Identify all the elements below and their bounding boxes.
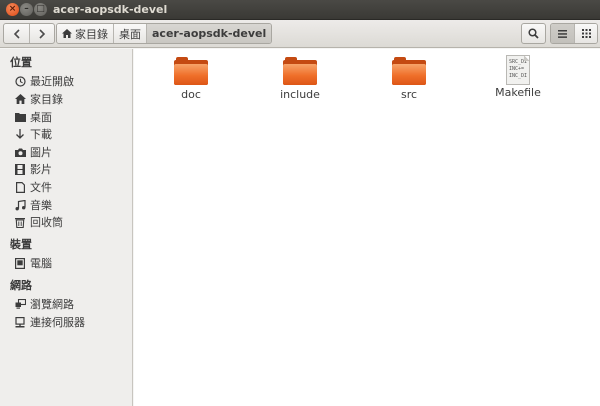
sidebar-item-browse-network[interactable]: 瀏覽網路 <box>14 296 129 312</box>
breadcrumb-label: 桌面 <box>119 27 141 41</box>
server-icon <box>14 316 26 328</box>
desktop-icon <box>14 111 26 123</box>
maximize-window-button[interactable]: □ <box>34 3 47 16</box>
computer-icon <box>14 257 26 269</box>
camera-icon <box>14 146 26 158</box>
folder-icon <box>392 57 426 85</box>
breadcrumb-label: 家目錄 <box>75 27 108 41</box>
breadcrumb-desktop[interactable]: 桌面 <box>113 24 146 43</box>
sidebar-item-computer[interactable]: 電腦 <box>14 255 129 271</box>
sidebar-item-pictures[interactable]: 圖片 <box>14 144 129 160</box>
sidebar-item-label: 連接伺服器 <box>30 316 85 329</box>
sidebar-item-trash[interactable]: 回收筒 <box>14 214 129 230</box>
sidebar-item-recent[interactable]: 最近開啟 <box>14 73 129 89</box>
sidebar-item-label: 文件 <box>30 181 52 194</box>
sidebar-item-videos[interactable]: 影片 <box>14 161 129 177</box>
home-icon <box>62 29 72 38</box>
window-title: acer-aopsdk-devel <box>53 3 168 16</box>
grid-view-button[interactable] <box>574 24 597 43</box>
title-bar: × – □ acer-aopsdk-devel <box>0 0 600 20</box>
sidebar-item-label: 家目錄 <box>30 93 63 106</box>
file-item-src[interactable]: src <box>369 57 449 101</box>
file-name: include <box>280 88 320 101</box>
clock-icon <box>14 75 26 87</box>
preview-line: INC+= <box>509 66 525 72</box>
file-manager-window: × – □ acer-aopsdk-devel 家目錄 桌面 acer-aops… <box>0 0 600 406</box>
film-icon <box>14 163 26 175</box>
home-icon <box>14 93 26 105</box>
grid-icon <box>581 29 591 38</box>
sidebar-item-music[interactable]: 音樂 <box>14 197 129 213</box>
chevron-right-icon <box>39 28 46 39</box>
sidebar-item-label: 下載 <box>30 128 52 141</box>
sidebar-item-desktop[interactable]: 桌面 <box>14 109 129 125</box>
breadcrumb: 家目錄 桌面 acer-aopsdk-devel <box>56 23 273 44</box>
music-icon <box>14 199 26 211</box>
sidebar-item-label: 影片 <box>30 163 52 176</box>
sidebar-item-label: 電腦 <box>30 257 52 270</box>
sidebar-section-places: 位置 <box>10 56 32 69</box>
view-mode-buttons <box>550 23 598 44</box>
list-icon <box>558 29 567 38</box>
back-button[interactable] <box>4 24 29 43</box>
close-window-button[interactable]: × <box>6 3 19 16</box>
sidebar-item-downloads[interactable]: 下載 <box>14 126 129 142</box>
sidebar-item-label: 回收筒 <box>30 216 63 229</box>
text-file-icon: SRC_DI INC+= INC_DI <box>506 55 530 85</box>
breadcrumb-home[interactable]: 家目錄 <box>57 24 113 43</box>
sidebar: 位置 最近開啟 家目錄 桌面 下載 圖片 影片 文件 音樂 回收筒 裝置 電腦 … <box>0 49 133 406</box>
file-name: Makefile <box>495 86 541 99</box>
sidebar-section-devices: 裝置 <box>10 238 32 251</box>
file-item-include[interactable]: include <box>260 57 340 101</box>
folder-icon <box>174 57 208 85</box>
file-name: doc <box>181 88 201 101</box>
sidebar-item-documents[interactable]: 文件 <box>14 179 129 195</box>
network-icon <box>14 298 26 310</box>
document-icon <box>14 181 26 193</box>
sidebar-section-network: 網路 <box>10 279 32 292</box>
search-icon <box>528 28 539 39</box>
minimize-window-button[interactable]: – <box>20 3 33 16</box>
sidebar-item-label: 瀏覽網路 <box>30 298 74 311</box>
file-item-makefile[interactable]: SRC_DI INC+= INC_DI Makefile <box>478 55 558 99</box>
sidebar-item-label: 桌面 <box>30 111 52 124</box>
navigation-buttons <box>3 23 55 44</box>
chevron-left-icon <box>13 28 20 39</box>
forward-button[interactable] <box>29 24 54 43</box>
folder-icon <box>283 57 317 85</box>
sidebar-item-label: 最近開啟 <box>30 75 74 88</box>
download-icon <box>14 128 26 140</box>
breadcrumb-label: acer-aopsdk-devel <box>152 27 267 40</box>
search-button[interactable] <box>521 23 546 44</box>
file-view: doc include src SRC_DI INC+= INC_DI Make… <box>134 49 600 406</box>
sidebar-item-home[interactable]: 家目錄 <box>14 91 129 107</box>
sidebar-item-connect-server[interactable]: 連接伺服器 <box>14 314 129 330</box>
file-item-doc[interactable]: doc <box>151 57 231 101</box>
sidebar-item-label: 圖片 <box>30 146 52 159</box>
file-name: src <box>400 88 418 101</box>
breadcrumb-current[interactable]: acer-aopsdk-devel <box>146 24 272 43</box>
sidebar-item-label: 音樂 <box>30 199 52 212</box>
trash-icon <box>14 216 26 228</box>
toolbar: 家目錄 桌面 acer-aopsdk-devel <box>0 20 600 48</box>
preview-line: INC_DI <box>509 73 528 79</box>
list-view-button[interactable] <box>551 24 574 43</box>
